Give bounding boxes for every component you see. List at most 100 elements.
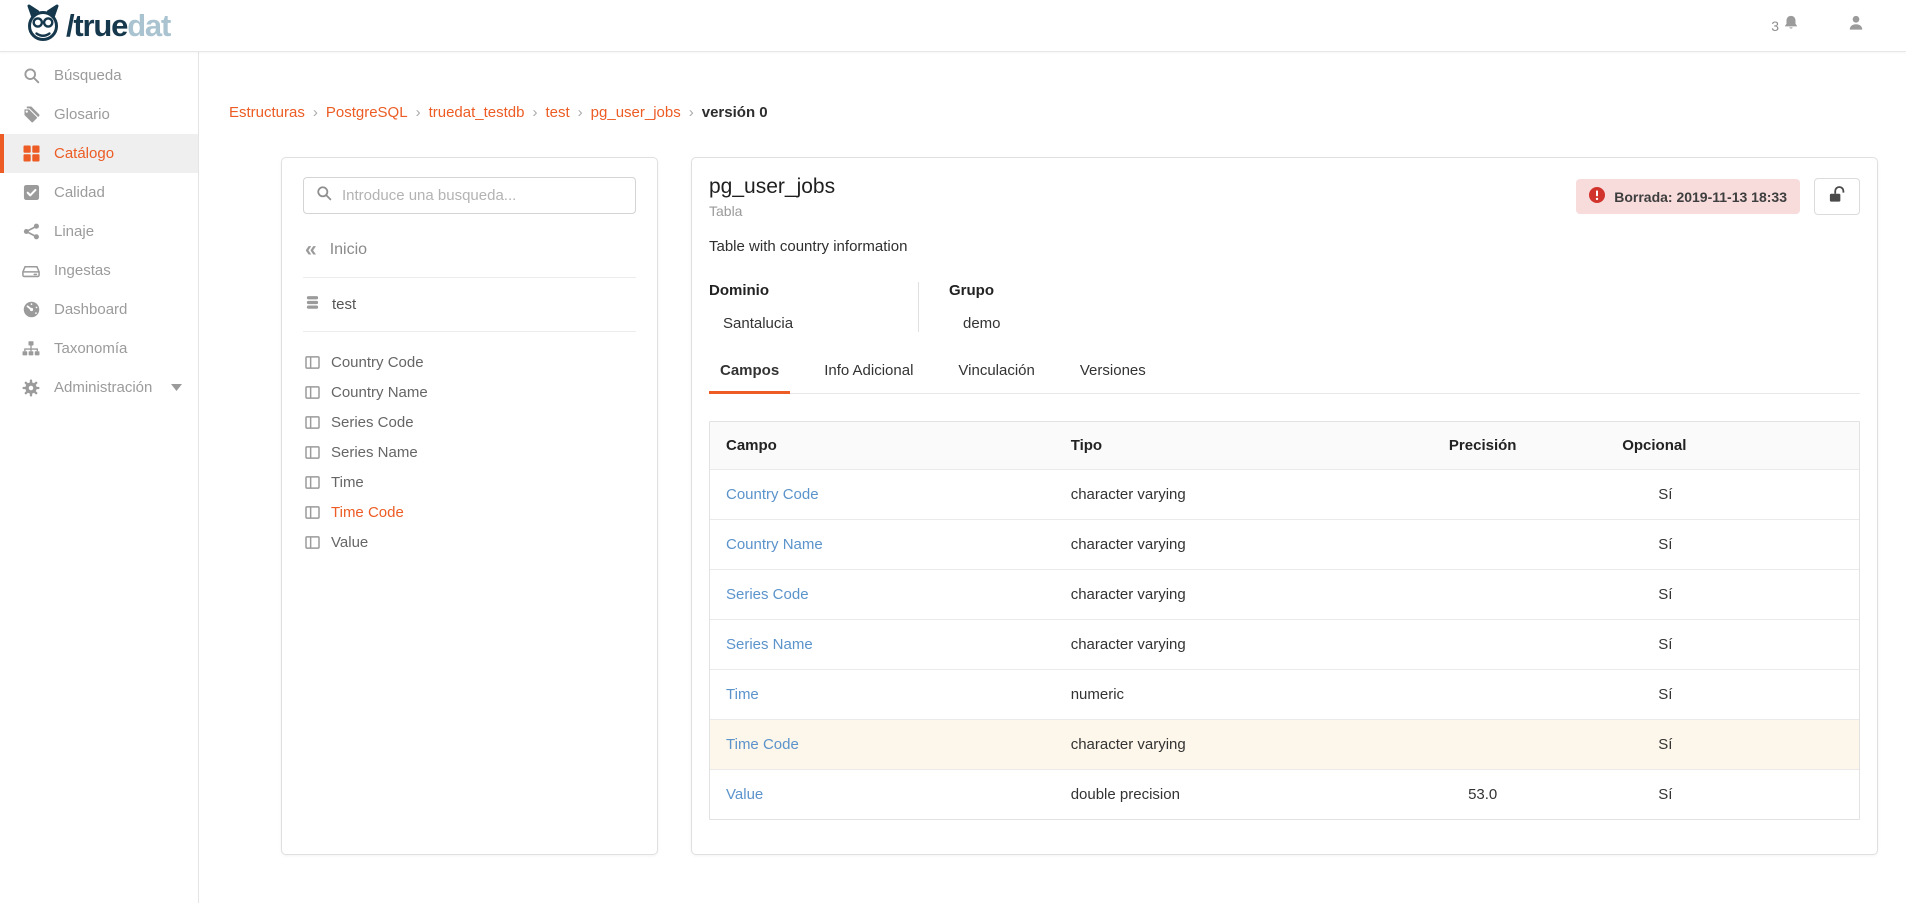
search-icon — [22, 67, 40, 85]
cell-campo: Series Name — [710, 620, 1055, 669]
detail-header: pg_user_jobs Tabla Borrada: 2019-11-13 1… — [709, 175, 1860, 219]
sidebar-item-calidad[interactable]: Calidad — [0, 173, 198, 212]
sidebar-item-label: Búsqueda — [54, 67, 122, 84]
gear-icon — [22, 379, 40, 397]
field-link[interactable]: Time Code — [726, 736, 799, 753]
sidebar-item-label: Glosario — [54, 106, 110, 123]
cell-tipo: character varying — [1055, 720, 1359, 769]
breadcrumb-item: Estructuras › — [229, 104, 326, 121]
breadcrumb-link[interactable]: Estructuras — [229, 104, 305, 121]
truedat-logo[interactable]: /truedat — [24, 2, 170, 49]
sidebar-item-catalogo[interactable]: Catálogo — [0, 134, 198, 173]
user-menu-button[interactable] — [1846, 13, 1866, 38]
explorer-search-input[interactable] — [342, 187, 623, 204]
field-link[interactable]: Country Code — [726, 486, 819, 503]
deleted-status-text: Borrada: 2019-11-13 18:33 — [1614, 189, 1787, 205]
tags-icon — [22, 106, 40, 124]
meta-label: Dominio — [709, 282, 888, 299]
table-row: Series Code character varying Sí — [710, 569, 1859, 619]
cell-precision — [1359, 629, 1606, 661]
field-tree-item[interactable]: Value — [305, 527, 634, 557]
fields-table-header: Campo Tipo Precisión Opcional — [710, 422, 1859, 469]
search-icon — [316, 185, 332, 206]
explorer-back-label: Inicio — [330, 241, 367, 259]
breadcrumb-item: pg_user_jobs› — [591, 104, 702, 121]
tab[interactable]: Versiones — [1080, 362, 1146, 393]
drive-icon — [22, 262, 40, 280]
meta-grupo: Grupo demo — [919, 282, 1031, 332]
field-link[interactable]: Time — [726, 686, 759, 703]
notifications-button[interactable]: 3 — [1771, 14, 1800, 37]
cell-opcional: Sí — [1606, 520, 1859, 569]
field-tree-item[interactable]: Country Name — [305, 377, 634, 407]
field-tree-item-label: Country Code — [331, 354, 424, 371]
field-link[interactable]: Series Name — [726, 636, 813, 653]
breadcrumb-link[interactable]: PostgreSQL — [326, 104, 408, 121]
sidebar-item-label: Catálogo — [54, 145, 114, 162]
cell-tipo: numeric — [1055, 670, 1359, 719]
lock-toggle-button[interactable] — [1814, 178, 1860, 215]
main-content: Estructuras › PostgreSQL › truedat_testdb ›… — [200, 52, 1906, 903]
sidebar-item-label: Calidad — [54, 184, 105, 201]
top-bar: /truedat 3 — [0, 0, 1906, 52]
cell-opcional: Sí — [1606, 770, 1859, 819]
field-tree-item[interactable]: Time — [305, 467, 634, 497]
sidebar-item-dashboard[interactable]: Dashboard — [0, 290, 198, 329]
field-tree: Country Code Country Name — [303, 332, 636, 557]
field-link[interactable]: Country Name — [726, 536, 823, 553]
field-link[interactable]: Series Code — [726, 586, 809, 603]
meta-dominio: Dominio Santalucia — [709, 282, 919, 332]
cell-opcional: Sí — [1606, 620, 1859, 669]
cell-opcional: Sí — [1606, 470, 1859, 519]
field-tree-item[interactable]: Series Name — [305, 437, 634, 467]
sidebar-item-administracion[interactable]: Administración — [0, 368, 198, 407]
table-column-icon — [305, 416, 320, 429]
meta-section: Dominio Santalucia Grupo demo — [709, 282, 1860, 332]
breadcrumb-separator: › — [532, 104, 537, 121]
cell-precision — [1359, 729, 1606, 761]
structure-explorer-panel: « Inicio test — [281, 157, 658, 855]
tab[interactable]: Campos — [720, 362, 779, 393]
field-link[interactable]: Value — [726, 786, 763, 803]
caret-down-icon — [171, 384, 182, 391]
sidebar-item-taxonomia[interactable]: Taxonomía — [0, 329, 198, 368]
cell-campo: Time — [710, 670, 1055, 719]
field-tree-item[interactable]: Time Code — [305, 497, 634, 527]
cell-campo: Country Name — [710, 520, 1055, 569]
sidebar-item-linaje[interactable]: Linaje — [0, 212, 198, 251]
sidebar-item-busqueda[interactable]: Búsqueda — [0, 56, 198, 95]
field-tree-item[interactable]: Series Code — [305, 407, 634, 437]
cell-tipo: character varying — [1055, 620, 1359, 669]
breadcrumb-link[interactable]: truedat_testdb — [429, 104, 525, 121]
cell-opcional: Sí — [1606, 670, 1859, 719]
column-header-precision: Precisión — [1359, 422, 1606, 469]
breadcrumb-link[interactable]: test — [545, 104, 569, 121]
bell-icon — [1782, 14, 1800, 37]
table-column-icon — [305, 506, 320, 519]
top-bar-actions: 3 — [1771, 13, 1866, 38]
deleted-status-badge: Borrada: 2019-11-13 18:33 — [1576, 179, 1800, 214]
table-row: Time Code character varying Sí — [710, 719, 1859, 769]
sidebar-item-ingestas[interactable]: Ingestas — [0, 251, 198, 290]
field-tree-item[interactable]: Country Code — [305, 347, 634, 377]
table-column-icon — [305, 356, 320, 369]
meta-label: Grupo — [949, 282, 1001, 299]
sidebar-item-glosario[interactable]: Glosario — [0, 95, 198, 134]
lock-open-icon — [1827, 185, 1848, 209]
breadcrumb-separator: › — [416, 104, 421, 121]
table-row: Country Name character varying Sí — [710, 519, 1859, 569]
table-column-icon — [305, 386, 320, 399]
explorer-back-home[interactable]: « Inicio — [303, 241, 636, 278]
breadcrumb-link[interactable]: pg_user_jobs — [591, 104, 681, 121]
cell-tipo: character varying — [1055, 470, 1359, 519]
breadcrumb-separator: › — [313, 104, 318, 121]
cell-campo: Country Code — [710, 470, 1055, 519]
sidebar-item-label: Dashboard — [54, 301, 127, 318]
tab[interactable]: Vinculación — [958, 362, 1034, 393]
notifications-count: 3 — [1771, 18, 1779, 34]
explorer-parent-node[interactable]: test — [303, 278, 636, 332]
column-header-campo: Campo — [710, 422, 1055, 469]
tab[interactable]: Info Adicional — [824, 362, 913, 393]
table-row: Country Code character varying Sí — [710, 469, 1859, 519]
cell-tipo: character varying — [1055, 570, 1359, 619]
